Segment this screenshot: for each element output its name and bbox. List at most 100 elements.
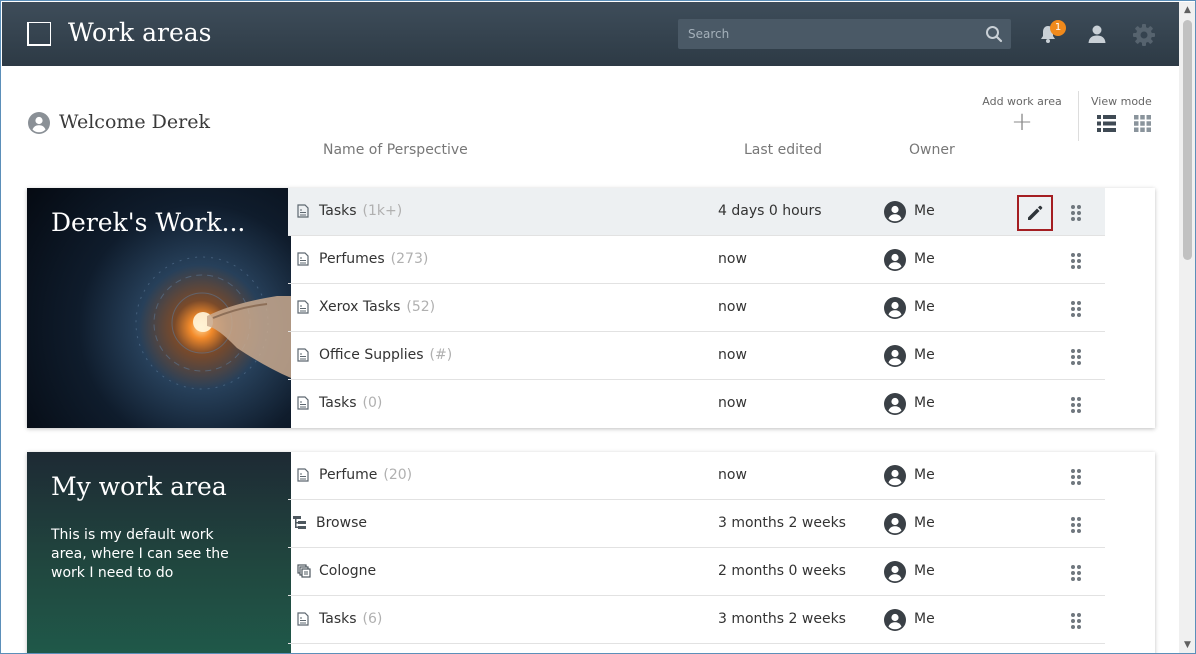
perspective-label: Tasks — [319, 611, 357, 627]
add-work-area-button[interactable]: Add work area + — [979, 95, 1065, 136]
perspective-name[interactable]: Tasks (1k+) — [319, 203, 402, 219]
table-row[interactable]: Tasks (0) now Me — [288, 380, 1105, 428]
owner-avatar-icon — [884, 561, 906, 583]
grid-view-icon[interactable] — [1134, 115, 1151, 132]
last-edited: now — [718, 395, 747, 411]
last-edited: now — [718, 299, 747, 315]
item-count: (273) — [390, 251, 429, 267]
perspective-label: Browse — [316, 515, 367, 531]
search-input[interactable] — [678, 19, 978, 49]
search-box[interactable] — [678, 19, 1011, 49]
drag-handle-icon[interactable] — [1070, 396, 1082, 414]
owner-avatar-icon — [884, 393, 906, 415]
app-window: Work areas 1 — [0, 0, 1196, 654]
table-row[interactable]: Cologne 2 months 0 weeks Me — [288, 548, 1105, 596]
last-edited: now — [718, 347, 747, 363]
owner-avatar-icon — [884, 513, 906, 535]
owner-name: Me — [914, 299, 935, 315]
perspective-name[interactable]: Xerox Tasks (52) — [319, 299, 435, 315]
drag-handle-icon[interactable] — [1070, 300, 1082, 318]
perspective-label: Tasks — [319, 395, 357, 411]
document-icon — [297, 252, 309, 266]
table-row[interactable]: Perfumes (273) now Me — [288, 236, 1105, 284]
drag-handle-icon[interactable] — [1070, 564, 1082, 582]
owner-avatar-icon — [884, 609, 906, 631]
top-header-bar: Work areas 1 — [2, 2, 1179, 66]
drag-handle-icon[interactable] — [1070, 252, 1082, 270]
table-row[interactable]: Xerox Tasks (52) now Me — [288, 284, 1105, 332]
perspective-name[interactable]: Cologne — [319, 563, 376, 579]
last-edited: 2 months 0 weeks — [718, 563, 846, 579]
vertical-scrollbar[interactable]: ▲ ▼ — [1179, 2, 1195, 653]
scroll-up-arrow-icon[interactable]: ▲ — [1179, 2, 1195, 19]
hierarchy-icon — [293, 516, 306, 529]
perspective-label: Perfumes — [319, 251, 385, 267]
perspective-name[interactable]: Browse — [316, 515, 367, 531]
column-header-name[interactable]: Name of Perspective — [323, 142, 468, 158]
scroll-down-arrow-icon[interactable]: ▼ — [1179, 637, 1195, 653]
drag-handle-icon[interactable] — [1070, 204, 1082, 222]
table-row[interactable]: Office Supplies (#) now Me — [288, 332, 1105, 380]
owner-avatar-icon — [884, 297, 906, 319]
view-mode-label: View mode — [1091, 95, 1152, 108]
owner-avatar-icon — [884, 345, 906, 367]
item-count: (0) — [362, 395, 383, 411]
perspective-name[interactable]: Tasks (0) — [319, 395, 382, 411]
search-icon[interactable] — [985, 25, 1003, 43]
gear-icon[interactable] — [1132, 23, 1156, 47]
table-row[interactable]: Tasks (6) 3 months 2 weeks Me — [288, 596, 1105, 644]
work-area-title: My work area — [51, 472, 227, 501]
table-row[interactable]: Tasks (1k+) 4 days 0 hours Me — [288, 188, 1105, 236]
table-row[interactable]: Browse 3 months 2 weeks Me — [288, 500, 1105, 548]
welcome-heading: Welcome Derek — [59, 111, 210, 133]
work-area-description: This is my default work area, where I ca… — [51, 527, 229, 581]
column-header-owner[interactable]: Owner — [909, 142, 955, 158]
document-icon — [297, 612, 309, 626]
owner-name: Me — [914, 347, 935, 363]
last-edited: 3 months 2 weeks — [718, 611, 846, 627]
perspective-label: Tasks — [319, 203, 357, 219]
user-icon[interactable] — [1087, 24, 1107, 44]
toolbar-divider — [1078, 91, 1079, 141]
app-title: Work areas — [68, 18, 212, 47]
collection-icon — [297, 564, 311, 578]
item-count: (6) — [362, 611, 383, 627]
owner-name: Me — [914, 251, 935, 267]
perspective-name[interactable]: Perfume (20) — [319, 467, 412, 483]
drag-handle-icon[interactable] — [1070, 516, 1082, 534]
owner-avatar-icon — [884, 465, 906, 487]
owner-name: Me — [914, 563, 935, 579]
drag-handle-icon[interactable] — [1070, 612, 1082, 630]
perspective-name[interactable]: Office Supplies (#) — [319, 347, 452, 363]
item-count: (1k+) — [362, 203, 403, 219]
document-icon — [297, 300, 309, 314]
app-logo-icon[interactable] — [27, 22, 51, 46]
document-icon — [297, 396, 309, 410]
item-count: (52) — [406, 299, 436, 315]
plus-icon[interactable]: + — [979, 108, 1065, 136]
pencil-icon — [1028, 205, 1043, 220]
document-icon — [297, 348, 309, 362]
work-area-title: Derek's Work... — [51, 208, 246, 237]
list-view-icon[interactable] — [1097, 115, 1116, 132]
last-edited: now — [718, 467, 747, 483]
welcome-avatar-icon — [28, 112, 50, 134]
perspective-name[interactable]: Tasks (6) — [319, 611, 382, 627]
last-edited: now — [718, 251, 747, 267]
owner-avatar-icon — [884, 201, 906, 223]
table-row[interactable]: Perfume (20) now Me — [288, 452, 1105, 500]
owner-name: Me — [914, 395, 935, 411]
drag-handle-icon[interactable] — [1070, 348, 1082, 366]
owner-name: Me — [914, 515, 935, 531]
edit-button[interactable] — [1017, 195, 1053, 231]
document-icon — [297, 204, 309, 218]
item-count: (20) — [383, 467, 413, 483]
owner-avatar-icon — [884, 249, 906, 271]
column-header-last-edited[interactable]: Last edited — [744, 142, 822, 158]
drag-handle-icon[interactable] — [1070, 468, 1082, 486]
perspective-label: Cologne — [319, 563, 377, 579]
scroll-thumb[interactable] — [1183, 20, 1192, 260]
perspective-label: Perfume — [319, 467, 378, 483]
perspective-label: Office Supplies — [319, 347, 424, 363]
perspective-name[interactable]: Perfumes (273) — [319, 251, 428, 267]
